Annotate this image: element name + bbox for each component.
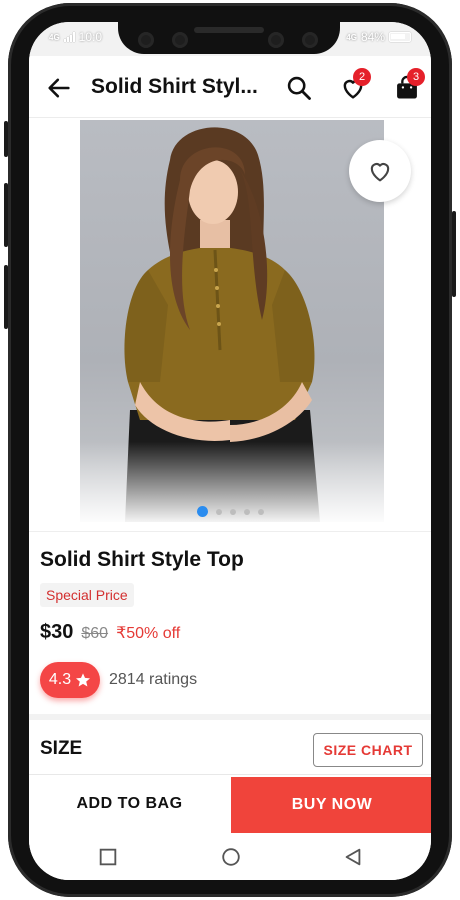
search-icon[interactable] [285,74,313,102]
size-chart-button[interactable]: SIZE CHART [313,733,423,767]
recent-apps-icon[interactable] [97,846,119,868]
camera-icon [302,32,318,48]
original-price: $60 [81,625,109,642]
price-row: $30 $60 ₹50% off [40,621,180,644]
sensor-icon [138,32,154,48]
add-to-wishlist-button[interactable] [349,140,411,202]
add-to-bag-button[interactable]: ADD TO BAG [29,775,230,833]
home-icon[interactable] [220,846,242,868]
page-title: Solid Shirt Styl... [91,75,258,98]
status-right: 4G 84% [346,30,411,44]
discount-label: ₹50% off [116,625,181,642]
system-nav-bar [29,834,431,880]
earpiece-speaker [194,27,264,33]
gallery-dot[interactable] [215,508,222,515]
network-type-label: 4G [346,32,357,42]
mute-switch [4,121,8,157]
wishlist-button[interactable]: 2 [339,68,371,104]
back-triangle-icon[interactable] [342,846,364,868]
product-photo[interactable] [80,120,384,522]
section-divider [29,714,431,720]
special-price-tag: Special Price [40,583,134,607]
product-gallery[interactable] [29,118,431,532]
back-arrow-icon[interactable] [45,74,73,102]
rating-value: 4.3 [48,671,72,688]
product-name: Solid Shirt Style Top [40,548,244,571]
status-left: 4G 10:0 [49,30,102,44]
selling-price: $30 [40,621,74,643]
ratings-count[interactable]: 2814 ratings [109,671,197,689]
signal-icon [63,32,75,42]
size-heading: SIZE [40,738,83,759]
buy-now-button[interactable]: BUY NOW [231,777,431,833]
wishlist-count-badge: 2 [353,68,371,86]
rating-badge[interactable]: 4.3 [40,662,100,698]
bag-button[interactable]: 3 [393,68,425,104]
volume-down-button [4,265,8,329]
gallery-dot[interactable] [243,508,250,515]
battery-icon [389,32,411,42]
gallery-dot[interactable] [229,508,236,515]
camera-notch [118,22,340,54]
battery-percent: 84% [360,30,385,44]
power-button [452,211,456,297]
clock: 10:0 [78,30,103,44]
gallery-dot[interactable] [196,506,208,517]
star-icon [76,673,91,687]
model-wearing-top-image [80,120,384,522]
gallery-pagination [29,506,431,517]
app-bar: Solid Shirt Styl... 2 3 [29,56,431,118]
heart-outline-icon [370,163,390,182]
phone-screen: 4G 10:0 4G 84% Solid Shirt Styl... 2 3 S… [29,22,431,880]
volume-up-button [4,183,8,247]
bag-count-badge: 3 [407,68,425,86]
action-bar: ADD TO BAG BUY NOW [29,774,431,834]
network-type-label: 4G [49,32,60,42]
sensor-icon [268,32,284,48]
gallery-dot[interactable] [257,508,264,515]
camera-icon [172,32,188,48]
